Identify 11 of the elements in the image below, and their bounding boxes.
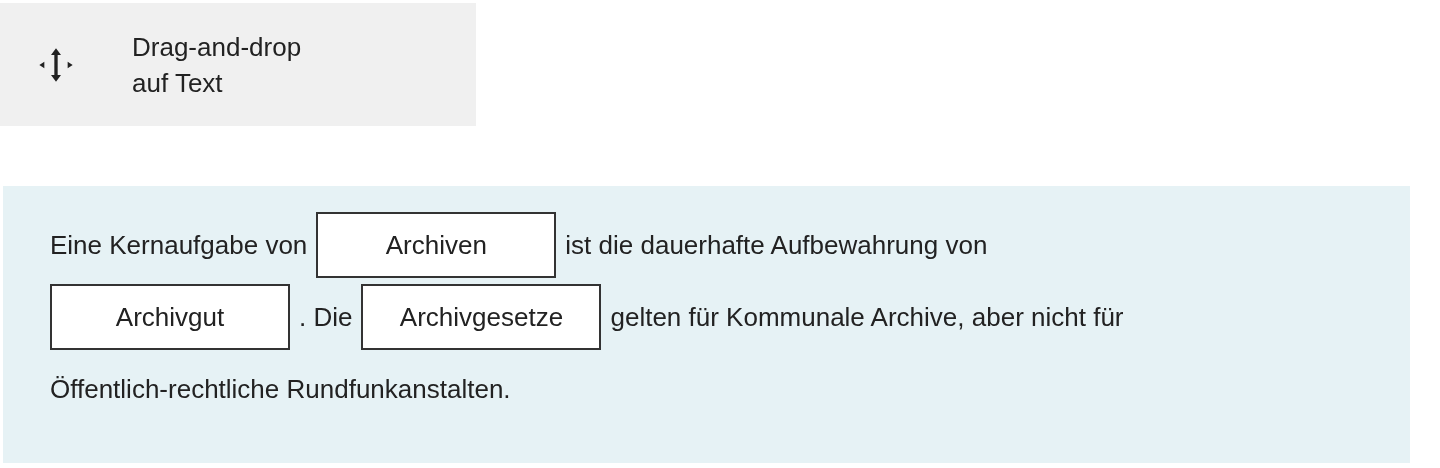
sentence-text: . Die (299, 301, 353, 333)
sentence-text: Öffentlich-rechtliche Rundfunkanstalten. (50, 373, 511, 405)
drop-zone[interactable]: Archivgesetze (361, 284, 602, 350)
question-type-label: Drag-and-drop (132, 30, 302, 64)
sentence-text: Eine Kernaufgabe von (50, 229, 308, 261)
sentence-text: ist die dauerhafte Aufbewahrung von (565, 229, 988, 261)
sentence-text: gelten für Kommunale Archive, aber nicht für (610, 301, 1124, 333)
question-type-label: auf Text (132, 66, 223, 100)
drop-zone[interactable]: Archivgut (50, 284, 290, 350)
question-type-tile[interactable]: Drag-and-drop auf Text (0, 3, 476, 126)
drop-zone[interactable]: Archiven (316, 212, 557, 278)
